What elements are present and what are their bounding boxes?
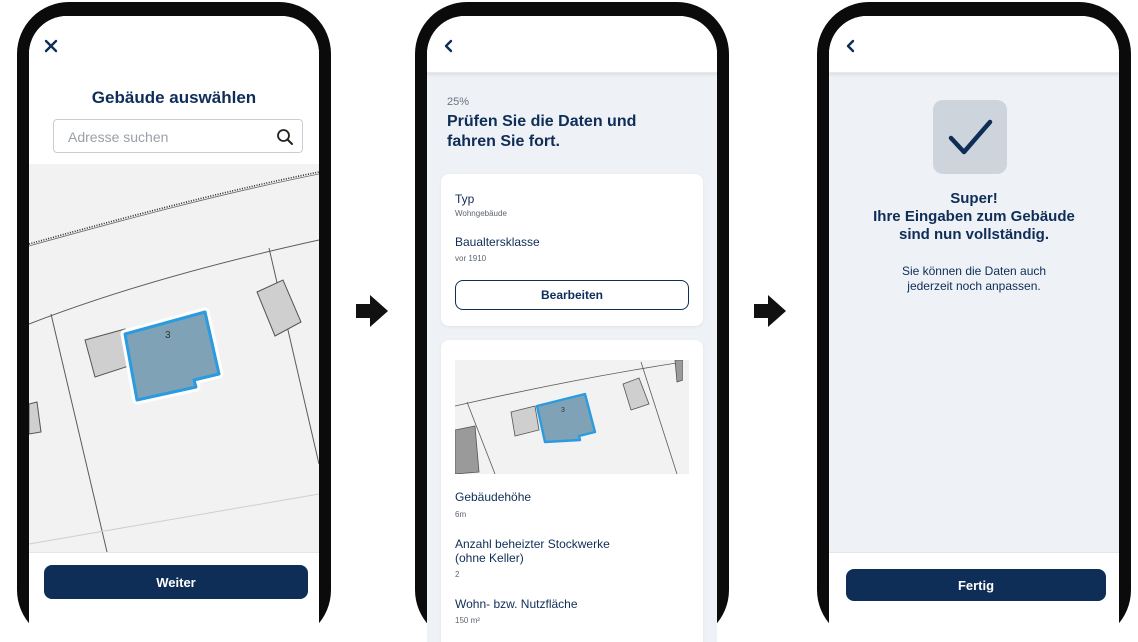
search-placeholder: Adresse suchen [68, 129, 169, 145]
headline-line1: Super! [950, 190, 998, 207]
map-preview-canvas: 3 [455, 360, 684, 474]
type-value: Wohngebäude [455, 209, 507, 218]
top-bar [427, 16, 717, 73]
footer-bar: Weiter [29, 552, 319, 642]
age-class-label: Baualtersklasse [455, 235, 540, 249]
continue-button[interactable]: Weiter [44, 565, 308, 599]
map-house [622, 377, 650, 411]
chevron-left-icon[interactable] [843, 38, 859, 54]
success-badge [933, 100, 1007, 174]
screen-completion: Super! Ihre Eingaben zum Gebäude sind nu… [829, 16, 1119, 642]
map-house [29, 401, 42, 435]
map[interactable]: 3 [29, 164, 319, 552]
building-number: 3 [165, 330, 171, 341]
building-details-card: 3 Gebäudehöhe 6m Anzahl beheizter Stockw… [441, 340, 703, 642]
close-icon[interactable] [43, 38, 59, 54]
phone-select-building: Gebäude auswählen Adresse suchen 3 Weite… [17, 2, 331, 642]
building-number: 3 [561, 407, 565, 414]
page-title: Gebäude auswählen [91, 88, 257, 107]
headline-line2: Ihre Eingaben zum Gebäude [873, 208, 1075, 225]
top-bar [29, 16, 319, 72]
selected-building [535, 392, 597, 444]
phone-completion: Super! Ihre Eingaben zum Gebäude sind nu… [817, 2, 1131, 642]
area-label: Wohn- bzw. Nutzfläche [455, 597, 578, 611]
phone-review-data: 25% Prüfen Sie die Daten und fahren Sie … [415, 2, 729, 642]
type-label: Typ [455, 192, 475, 206]
floors-label-line1: Anzahl beheizter Stockwerke [455, 537, 610, 551]
search-input[interactable]: Adresse suchen [53, 119, 303, 153]
search-icon[interactable] [276, 128, 294, 146]
map-house [674, 360, 684, 383]
page-title: Prüfen Sie die Daten und fahren Sie fort… [447, 113, 637, 150]
top-bar [829, 16, 1119, 73]
area-value: 150 m² [455, 616, 480, 625]
height-label: Gebäudehöhe [455, 490, 532, 504]
edit-button[interactable]: Bearbeiten [455, 280, 689, 310]
footer-bar: Fertig [829, 552, 1119, 642]
chevron-left-icon[interactable] [441, 38, 457, 54]
screen-review-data: 25% Prüfen Sie die Daten und fahren Sie … [427, 16, 717, 642]
height-value: 6m [455, 510, 467, 519]
age-class-value: vor 1910 [455, 254, 487, 263]
checkmark-icon [948, 119, 993, 155]
screen-select-building: Gebäude auswählen Adresse suchen 3 Weite… [29, 16, 319, 642]
map-house [510, 405, 540, 437]
arrow-right-icon [356, 295, 388, 327]
progress-percent: 25% [447, 96, 470, 108]
map-house [455, 425, 480, 474]
building-type-card: Typ Wohngebäude Baualtersklasse vor 1910… [441, 174, 703, 326]
selected-building[interactable] [123, 310, 221, 402]
floors-value: 2 [455, 570, 460, 579]
map-house [256, 279, 302, 337]
success-text: Sie können die Daten auch jederzeit noch… [829, 264, 1119, 294]
map-preview: 3 [455, 360, 689, 474]
map-canvas[interactable]: 3 [29, 164, 319, 552]
floors-label-line2: (ohne Keller) [455, 551, 524, 565]
text-line2: jederzeit noch anpassen. [907, 279, 1041, 293]
success-headline: Super! Ihre Eingaben zum Gebäude sind nu… [829, 190, 1119, 244]
done-button[interactable]: Fertig [846, 569, 1106, 601]
arrow-right-icon [754, 295, 786, 327]
headline-line3: sind nun vollständig. [899, 226, 1049, 243]
text-line1: Sie können die Daten auch [901, 264, 1047, 278]
